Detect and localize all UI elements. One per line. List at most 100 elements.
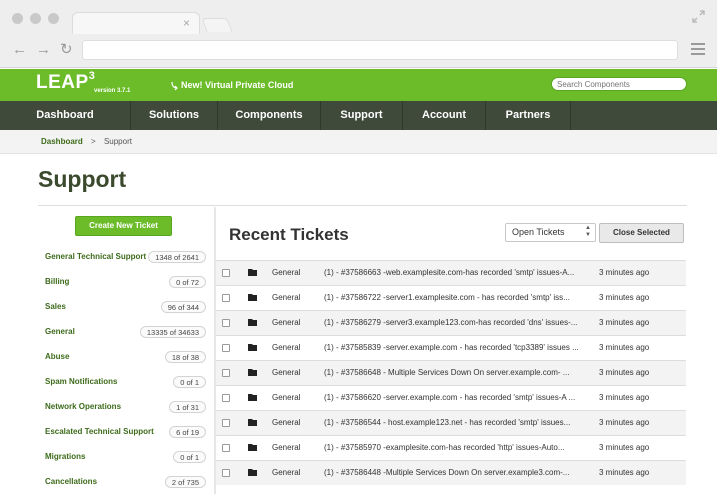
nav-partners[interactable]: Partners [486,101,571,130]
row-checkbox[interactable] [222,369,230,377]
ticket-department: General [272,318,301,327]
category-label[interactable]: Network Operations [45,402,121,411]
category-item[interactable]: Spam Notifications 0 of 1 [38,372,208,397]
folder-icon [248,269,257,276]
ticket-subject[interactable]: (1) - #37586544 - host.example123.net - … [324,418,592,427]
title-divider [38,205,687,206]
ticket-subject[interactable]: (1) - #37586620 -server.example.com - ha… [324,393,592,402]
category-label[interactable]: General Technical Support [45,252,146,261]
forward-icon[interactable]: → [36,42,51,58]
arrow-down-icon [171,81,178,91]
table-row[interactable]: General (1) - #37585839 -server.example.c… [216,335,686,360]
tab-close-icon[interactable]: × [183,17,190,29]
back-icon[interactable]: ← [12,42,27,58]
row-checkbox[interactable] [222,444,230,452]
category-label[interactable]: Escalated Technical Support [45,427,154,436]
folder-icon [248,319,257,326]
row-checkbox[interactable] [222,344,230,352]
create-new-ticket-button[interactable]: Create New Ticket [75,216,172,236]
category-label[interactable]: Abuse [45,352,69,361]
category-label[interactable]: General [45,327,75,336]
browser-menu-icon[interactable] [691,43,705,58]
table-row[interactable]: General (1) - #37586448 -Multiple Service… [216,460,686,485]
ticket-department: General [272,343,301,352]
category-item[interactable]: Cancellations 2 of 735 [38,472,208,494]
category-item[interactable]: Billing 0 of 72 [38,272,208,297]
close-window-dot[interactable] [12,13,23,24]
category-count-badge: 96 of 344 [160,301,206,313]
ticket-subject[interactable]: (1) - #37585970 -examplesite.com-has rec… [324,443,592,452]
fullscreen-icon[interactable] [692,10,705,26]
category-label[interactable]: Sales [45,302,66,311]
logo-text: LEAP [36,72,89,93]
maximize-window-dot[interactable] [48,13,59,24]
ticket-subject[interactable]: (1) - #37586648 - Multiple Services Down… [324,368,592,377]
minimize-window-dot[interactable] [30,13,41,24]
ticket-filter-value: Open Tickets [512,227,565,237]
table-row[interactable]: General (1) - #37586663 -web.examplesite.… [216,260,686,285]
category-count-badge: 1348 of 2641 [148,251,206,263]
logo[interactable]: LEAP3 [36,70,95,94]
promo-link[interactable]: New! Virtual Private Cloud [170,80,293,91]
category-count-badge: 0 of 72 [169,276,206,288]
row-checkbox[interactable] [222,319,230,327]
folder-icon [248,294,257,301]
row-checkbox[interactable] [222,394,230,402]
close-selected-button[interactable]: Close Selected [599,223,684,243]
ticket-subject[interactable]: (1) - #37586279 -server3.example123.com-… [324,318,592,327]
new-tab-button[interactable] [201,18,233,32]
folder-icon [248,469,257,476]
browser-tab[interactable]: × [72,12,200,34]
nav-components[interactable]: Components [218,101,321,130]
category-item[interactable]: Escalated Technical Support 6 of 19 [38,422,208,447]
recent-tickets-heading: Recent Tickets [229,225,349,244]
search-components-input[interactable] [551,77,687,91]
ticket-filter-select[interactable]: Open Tickets ▲ ▼ [505,223,596,242]
reload-icon[interactable]: ↻ [60,42,73,58]
nav-support[interactable]: Support [321,101,403,130]
category-list: General Technical Support 1348 of 2641 Bi… [38,247,208,494]
category-label[interactable]: Billing [45,277,69,286]
tickets-table: General (1) - #37586663 -web.examplesite.… [216,260,686,485]
category-item[interactable]: Migrations 0 of 1 [38,447,208,472]
ticket-department: General [272,293,301,302]
category-label[interactable]: Spam Notifications [45,377,117,386]
category-item[interactable]: Abuse 18 of 38 [38,347,208,372]
row-checkbox[interactable] [222,294,230,302]
category-count-badge: 18 of 38 [164,351,206,363]
page-title: Support [38,166,127,192]
folder-icon [248,419,257,426]
ticket-time: 3 minutes ago [599,268,650,277]
ticket-department: General [272,468,301,477]
row-checkbox[interactable] [222,269,230,277]
ticket-time: 3 minutes ago [599,418,650,427]
category-label[interactable]: Migrations [45,452,85,461]
ticket-subject[interactable]: (1) - #37586448 -Multiple Services Down … [324,468,592,477]
table-row[interactable]: General (1) - #37586544 - host.example123… [216,410,686,435]
ticket-subject[interactable]: (1) - #37586722 -server1.examplesite.com… [324,293,592,302]
nav-dashboard[interactable]: Dashboard [0,101,131,130]
table-row[interactable]: General (1) - #37585970 -examplesite.com-… [216,435,686,460]
ticket-time: 3 minutes ago [599,318,650,327]
category-label[interactable]: Cancellations [45,477,97,486]
category-item[interactable]: Sales 96 of 344 [38,297,208,322]
table-row[interactable]: General (1) - #37586722 -server1.examples… [216,285,686,310]
category-item[interactable]: Network Operations 1 of 31 [38,397,208,422]
table-row[interactable]: General (1) - #37586648 - Multiple Servic… [216,360,686,385]
category-item[interactable]: General 13335 of 34633 [38,322,208,347]
ticket-subject[interactable]: (1) - #37586663 -web.examplesite.com-has… [324,268,592,277]
row-checkbox[interactable] [222,469,230,477]
address-bar[interactable] [82,40,678,60]
breadcrumb-dashboard-link[interactable]: Dashboard [41,137,83,146]
row-checkbox[interactable] [222,419,230,427]
table-row[interactable]: General (1) - #37586279 -server3.example1… [216,310,686,335]
breadcrumb-current: Support [103,137,132,146]
category-count-badge: 2 of 735 [164,476,206,488]
nav-account[interactable]: Account [403,101,486,130]
ticket-subject[interactable]: (1) - #37585839 -server.example.com - ha… [324,343,592,352]
breadcrumb-separator: > [91,137,96,146]
table-row[interactable]: General (1) - #37586620 -server.example.c… [216,385,686,410]
category-item[interactable]: General Technical Support 1348 of 2641 [38,247,208,272]
ticket-department: General [272,393,301,402]
nav-solutions[interactable]: Solutions [131,101,218,130]
